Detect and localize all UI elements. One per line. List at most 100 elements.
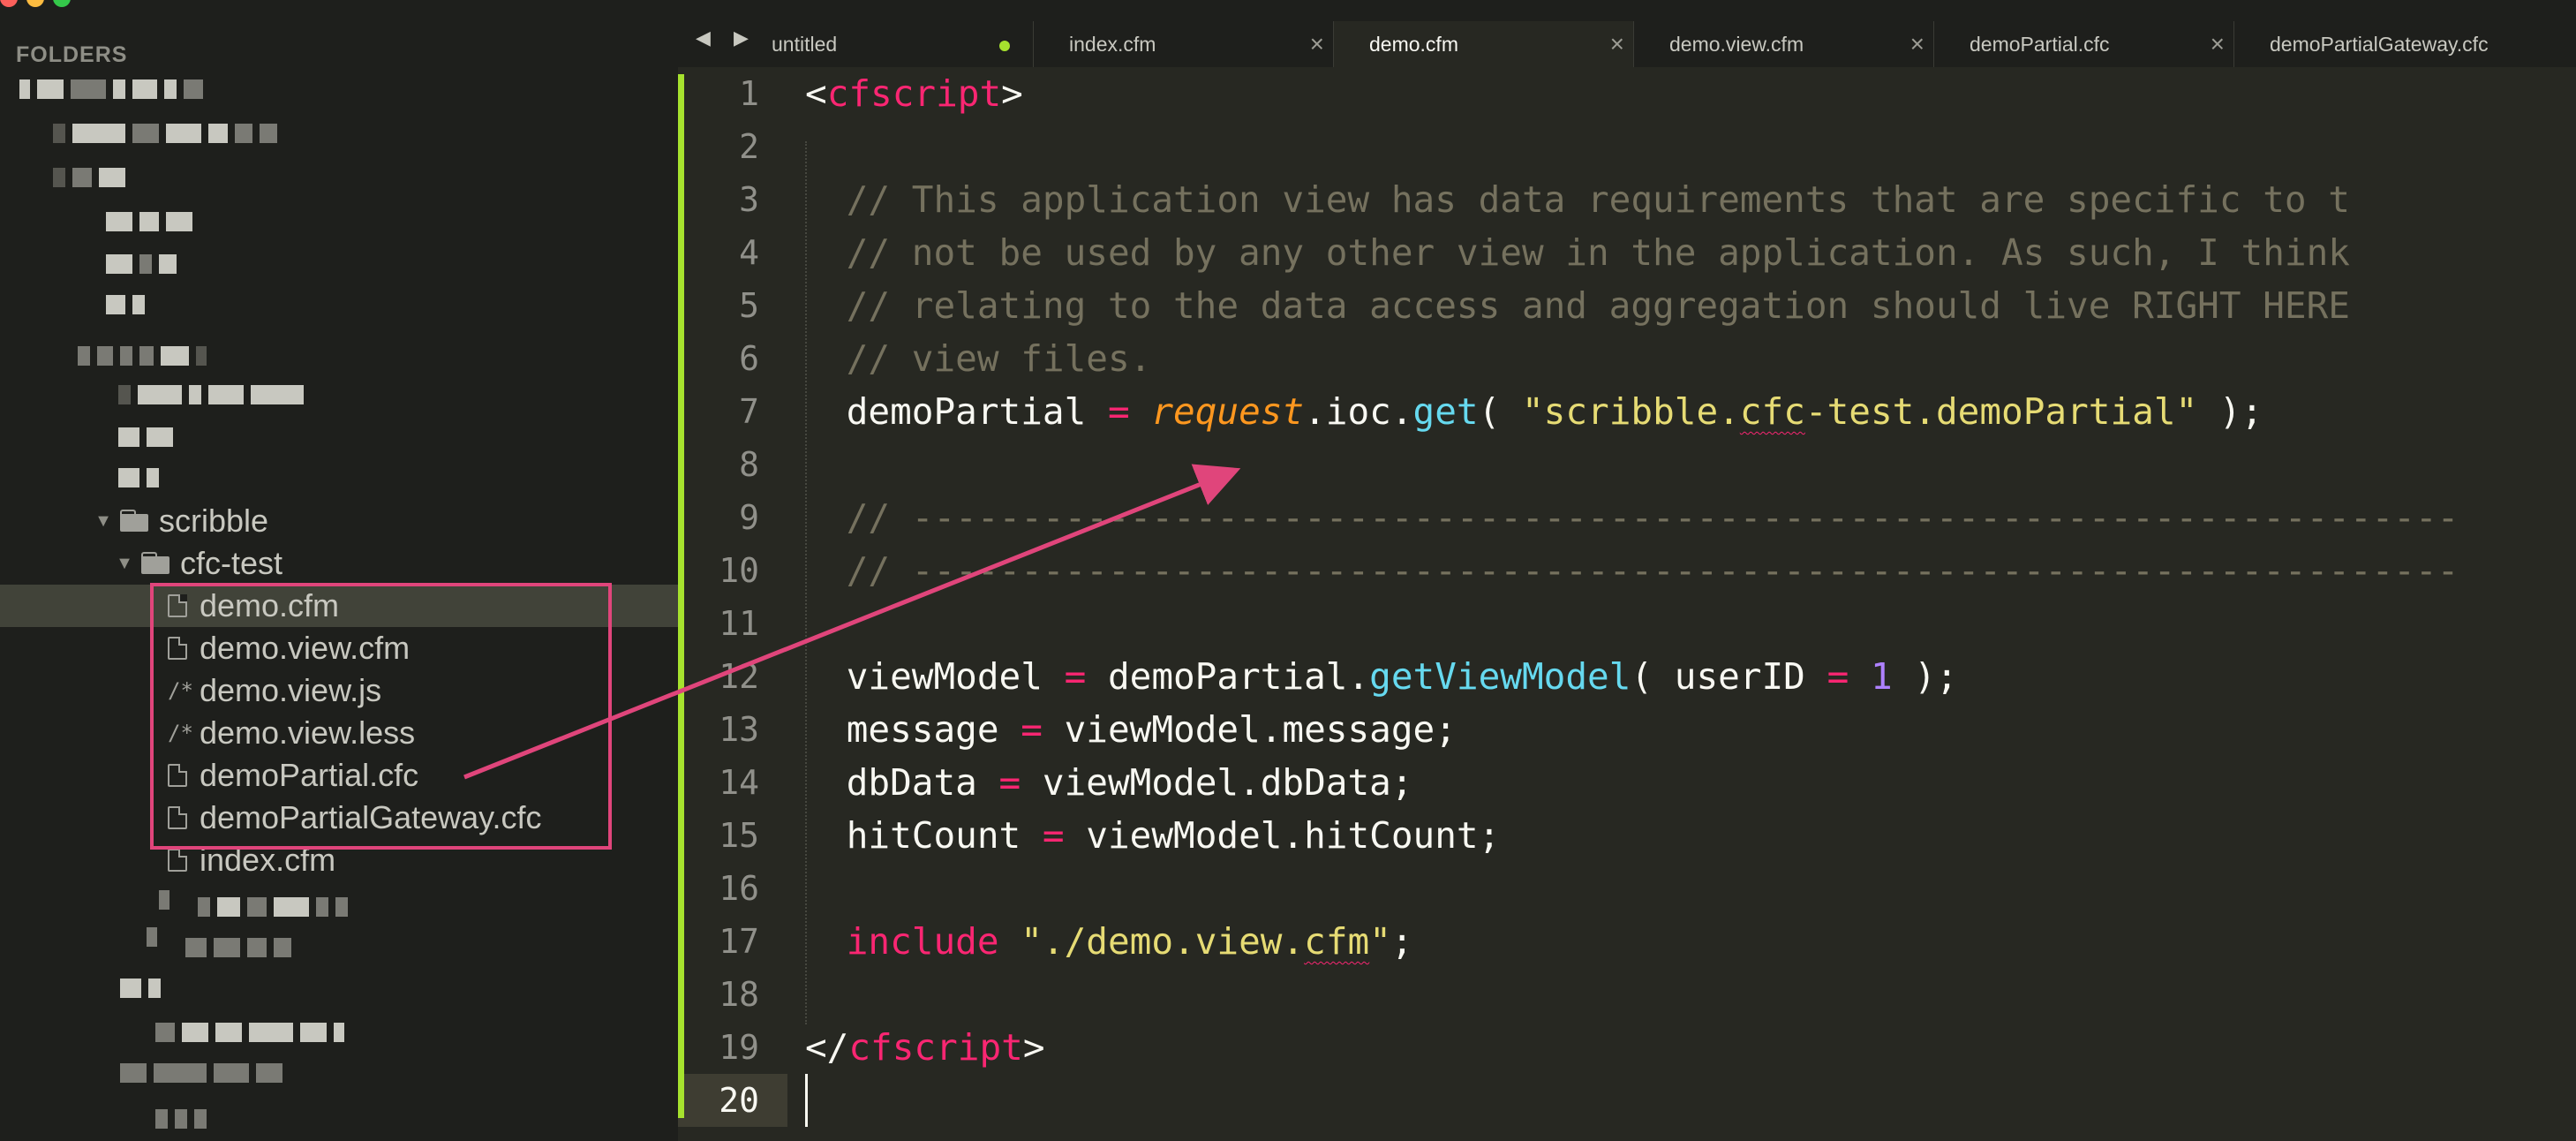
obscured-item [106, 295, 152, 314]
disclosure-triangle-icon[interactable]: ▼ [94, 511, 113, 532]
identifier: message [759, 708, 1021, 751]
operator: = [1021, 708, 1043, 751]
tab-demopartialgateway-cfc[interactable]: demoPartialGateway.cfc [2233, 21, 2576, 67]
punct: </ [805, 1026, 849, 1069]
obscured-item [106, 212, 200, 231]
obscured-item [155, 1023, 351, 1042]
code-line-15[interactable]: hitCount = viewModel.hitCount; [759, 809, 1501, 862]
code-line-6[interactable]: // view files. [759, 332, 1152, 385]
tab-label: demo.view.cfm [1669, 33, 1804, 56]
identifier: hitCount [759, 814, 1043, 857]
code-line-17[interactable]: include "./demo.view.cfm"; [759, 915, 1413, 968]
line-number: 17 [719, 922, 759, 961]
line-number: 13 [719, 710, 759, 749]
string: "./demo.view. [1021, 920, 1305, 963]
function-call: get [1412, 390, 1479, 433]
line-number: 6 [739, 339, 759, 378]
zoom-window-icon[interactable] [53, 0, 71, 7]
tab-close-icon[interactable]: × [2211, 21, 2225, 67]
keyword: include [846, 920, 999, 963]
tab-untitled[interactable]: untitled [733, 21, 1033, 67]
code-line-19[interactable]: </cfscript> [805, 1021, 1045, 1074]
operator: = [1042, 814, 1065, 857]
tab-index-cfm[interactable]: index.cfm × [1033, 21, 1333, 67]
obscured-item [118, 385, 311, 404]
code-line-1[interactable]: <cfscript> [805, 67, 1023, 120]
punct: ; [1390, 920, 1413, 963]
punct: ); [2197, 390, 2263, 433]
tab-demo-view-cfm[interactable]: demo.view.cfm × [1633, 21, 1933, 67]
line-number: 4 [739, 233, 759, 272]
tab-label: demoPartialGateway.cfc [2270, 33, 2489, 56]
code-line-13[interactable]: message = viewModel.message; [759, 703, 1457, 756]
tree-label: scribble [159, 502, 269, 539]
punct: ( [1478, 390, 1522, 433]
code-line-3[interactable]: // This application view has data requir… [759, 173, 2350, 226]
operator: = [998, 761, 1021, 804]
close-window-icon[interactable] [0, 0, 18, 7]
line-number: 11 [719, 604, 759, 643]
code-line-4[interactable]: // not be used by any other view in the … [759, 226, 2350, 279]
obscured-item [120, 979, 168, 998]
sidebar: FOLDERS ▼ scribble ▼ cfc-test demo.cfm d… [0, 0, 678, 1141]
identifier: viewModel [759, 655, 1065, 698]
obscured-item [53, 124, 284, 143]
folder-icon [141, 552, 171, 575]
tab-demopartial-cfc[interactable]: demoPartial.cfc × [1933, 21, 2233, 67]
obscured-item [118, 468, 166, 487]
tab-demo-cfm[interactable]: demo.cfm × [1333, 21, 1633, 67]
tab-bar: ◀ ▶ untitled index.cfm × demo.cfm × demo… [678, 0, 2576, 67]
scope-variable: request [1151, 390, 1305, 433]
identifier: viewModel.hitCount; [1064, 814, 1501, 857]
code-editor[interactable]: 1 2 3 4 5 6 7 8 9 10 11 12 13 14 15 16 17 18 19 20 <cfscrip… [678, 67, 2576, 1141]
line-number: 18 [719, 975, 759, 1014]
obscured-item [185, 938, 298, 957]
operator: = [1107, 390, 1130, 433]
code-line-14[interactable]: dbData = viewModel.dbData; [759, 756, 1413, 809]
tag-name: cfscript [826, 72, 1002, 115]
minimize-window-icon[interactable] [26, 0, 44, 7]
line-number: 8 [739, 445, 759, 484]
line-number: 2 [739, 127, 759, 166]
string-spellcheck: cfm [1304, 920, 1370, 963]
tab-close-icon[interactable]: × [1310, 21, 1324, 67]
obscured-item [106, 254, 184, 274]
tab-label: index.cfm [1069, 33, 1156, 56]
tab-label: untitled [772, 33, 838, 56]
code-line-7[interactable]: demoPartial = request.ioc.get( "scribble… [759, 385, 2263, 438]
line-number: 14 [719, 763, 759, 802]
line-number: 12 [719, 657, 759, 696]
code-line-10[interactable]: // -------------------------------------… [759, 544, 2459, 597]
operator: = [1064, 655, 1087, 698]
line-number: 15 [719, 816, 759, 855]
obscured-item [198, 897, 355, 917]
line-number: 19 [719, 1028, 759, 1067]
text-caret [805, 1074, 808, 1127]
code-line-12[interactable]: viewModel = demoPartial.getViewModel( us… [759, 650, 1958, 703]
string-spellcheck: cfc [1739, 390, 1805, 433]
obscured-item [118, 427, 180, 447]
code-line-5[interactable]: // relating to the data access and aggre… [759, 279, 2350, 332]
tree-folder-scribble[interactable]: ▼ scribble [94, 500, 268, 542]
tab-label: demoPartial.cfc [1970, 33, 2110, 56]
tree-folder-cfc-test[interactable]: ▼ cfc-test [115, 542, 282, 585]
punct: < [805, 72, 827, 115]
file-icon [168, 849, 187, 872]
tab-close-icon[interactable]: × [1910, 21, 1924, 67]
punct: ); [1892, 655, 1958, 698]
operator: = [1827, 655, 1849, 698]
line-number: 1 [739, 74, 759, 113]
obscured-item [120, 1063, 290, 1083]
tab-close-icon[interactable]: × [1610, 21, 1624, 67]
identifier: demoPartial. [1086, 655, 1370, 698]
string: -test.demoPartial" [1804, 390, 2198, 433]
dirty-dot-icon [999, 41, 1010, 51]
obscured-item [147, 927, 164, 947]
code-line-9[interactable]: // -------------------------------------… [759, 491, 2459, 544]
number: 1 [1870, 655, 1893, 698]
tag-name: cfscript [848, 1026, 1023, 1069]
tree-label: cfc-test [180, 545, 283, 581]
tab-label: demo.cfm [1369, 33, 1458, 56]
disclosure-triangle-icon[interactable]: ▼ [115, 554, 134, 574]
identifier: .ioc. [1304, 390, 1413, 433]
